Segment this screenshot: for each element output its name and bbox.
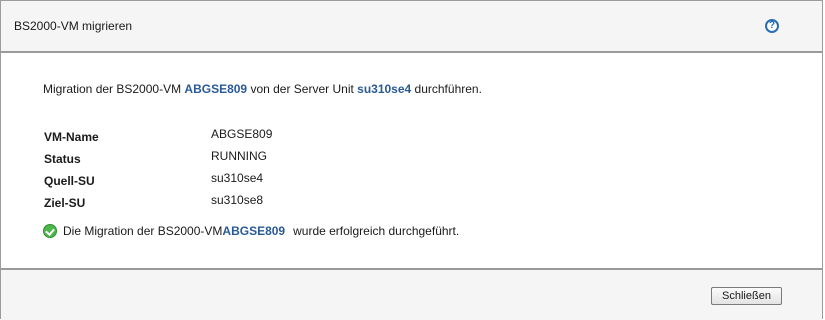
success-message: Die Migration der BS2000-VM ABGSE809 wur…	[43, 224, 459, 238]
migrate-vm-dialog: BS2000-VM migrieren ? Migration der BS20…	[0, 0, 823, 320]
intro-vm-name: ABGSE809	[184, 82, 248, 96]
success-suffix: wurde erfolgreich durchgeführt.	[293, 224, 460, 238]
intro-server-unit: su310se4	[357, 82, 412, 96]
intro-suffix: durchführen.	[411, 82, 482, 96]
target-su-label: Ziel-SU	[44, 196, 86, 210]
close-button[interactable]: Schließen	[711, 287, 782, 305]
source-su-value: su310se4	[211, 171, 264, 185]
intro-prefix: Migration der BS2000-VM	[43, 82, 185, 96]
vm-name-label: VM-Name	[44, 130, 99, 144]
intro-middle: von der Server Unit	[247, 82, 358, 96]
vm-name-value: ABGSE809	[211, 127, 273, 141]
status-label: Status	[44, 152, 81, 166]
intro-text: Migration der BS2000-VM ABGSE809 von der…	[43, 82, 482, 96]
success-vm-name: ABGSE809	[222, 224, 286, 238]
target-su-value: su310se8	[211, 193, 264, 207]
status-value: RUNNING	[211, 149, 267, 163]
source-su-label: Quell-SU	[44, 174, 95, 188]
dialog-footer: Schließen	[1, 268, 822, 320]
dialog-title: BS2000-VM migrieren	[14, 19, 133, 33]
dialog-content: Migration der BS2000-VM ABGSE809 von der…	[1, 53, 822, 268]
dialog-header: BS2000-VM migrieren ?	[1, 1, 822, 53]
success-prefix: Die Migration der BS2000-VM	[63, 224, 223, 238]
check-circle-icon	[43, 224, 57, 238]
help-icon[interactable]: ?	[765, 19, 779, 33]
